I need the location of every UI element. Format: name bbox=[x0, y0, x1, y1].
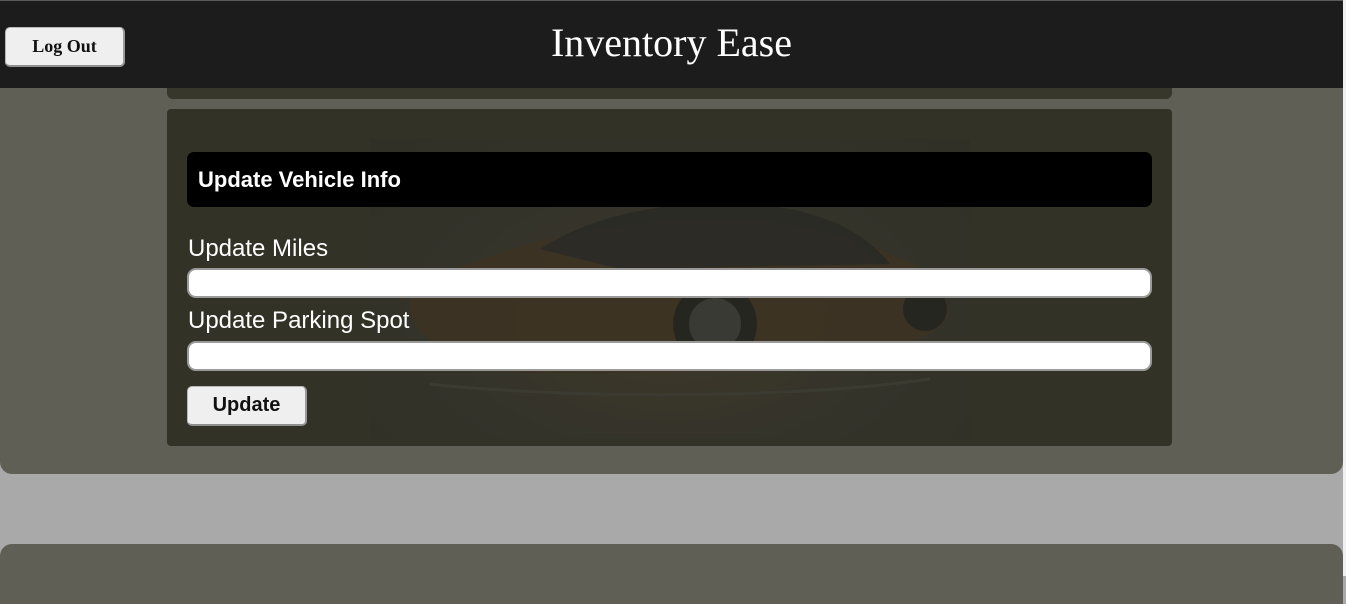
app-title: Inventory Ease bbox=[550, 20, 792, 65]
parking-spot-label: Update Parking Spot bbox=[188, 307, 410, 334]
miles-input[interactable] bbox=[187, 268, 1152, 298]
card-title-bar: Update Vehicle Info bbox=[187, 152, 1152, 207]
parking-spot-input[interactable] bbox=[187, 341, 1152, 371]
miles-label: Update Miles bbox=[188, 235, 329, 262]
update-vehicle-card: Update Vehicle Info Update Miles Update … bbox=[167, 109, 1172, 446]
update-button[interactable]: Update bbox=[187, 386, 307, 426]
app-header: Log Out Inventory Ease bbox=[0, 0, 1343, 88]
next-section bbox=[0, 544, 1343, 604]
card-title: Update Vehicle Info bbox=[198, 166, 401, 192]
